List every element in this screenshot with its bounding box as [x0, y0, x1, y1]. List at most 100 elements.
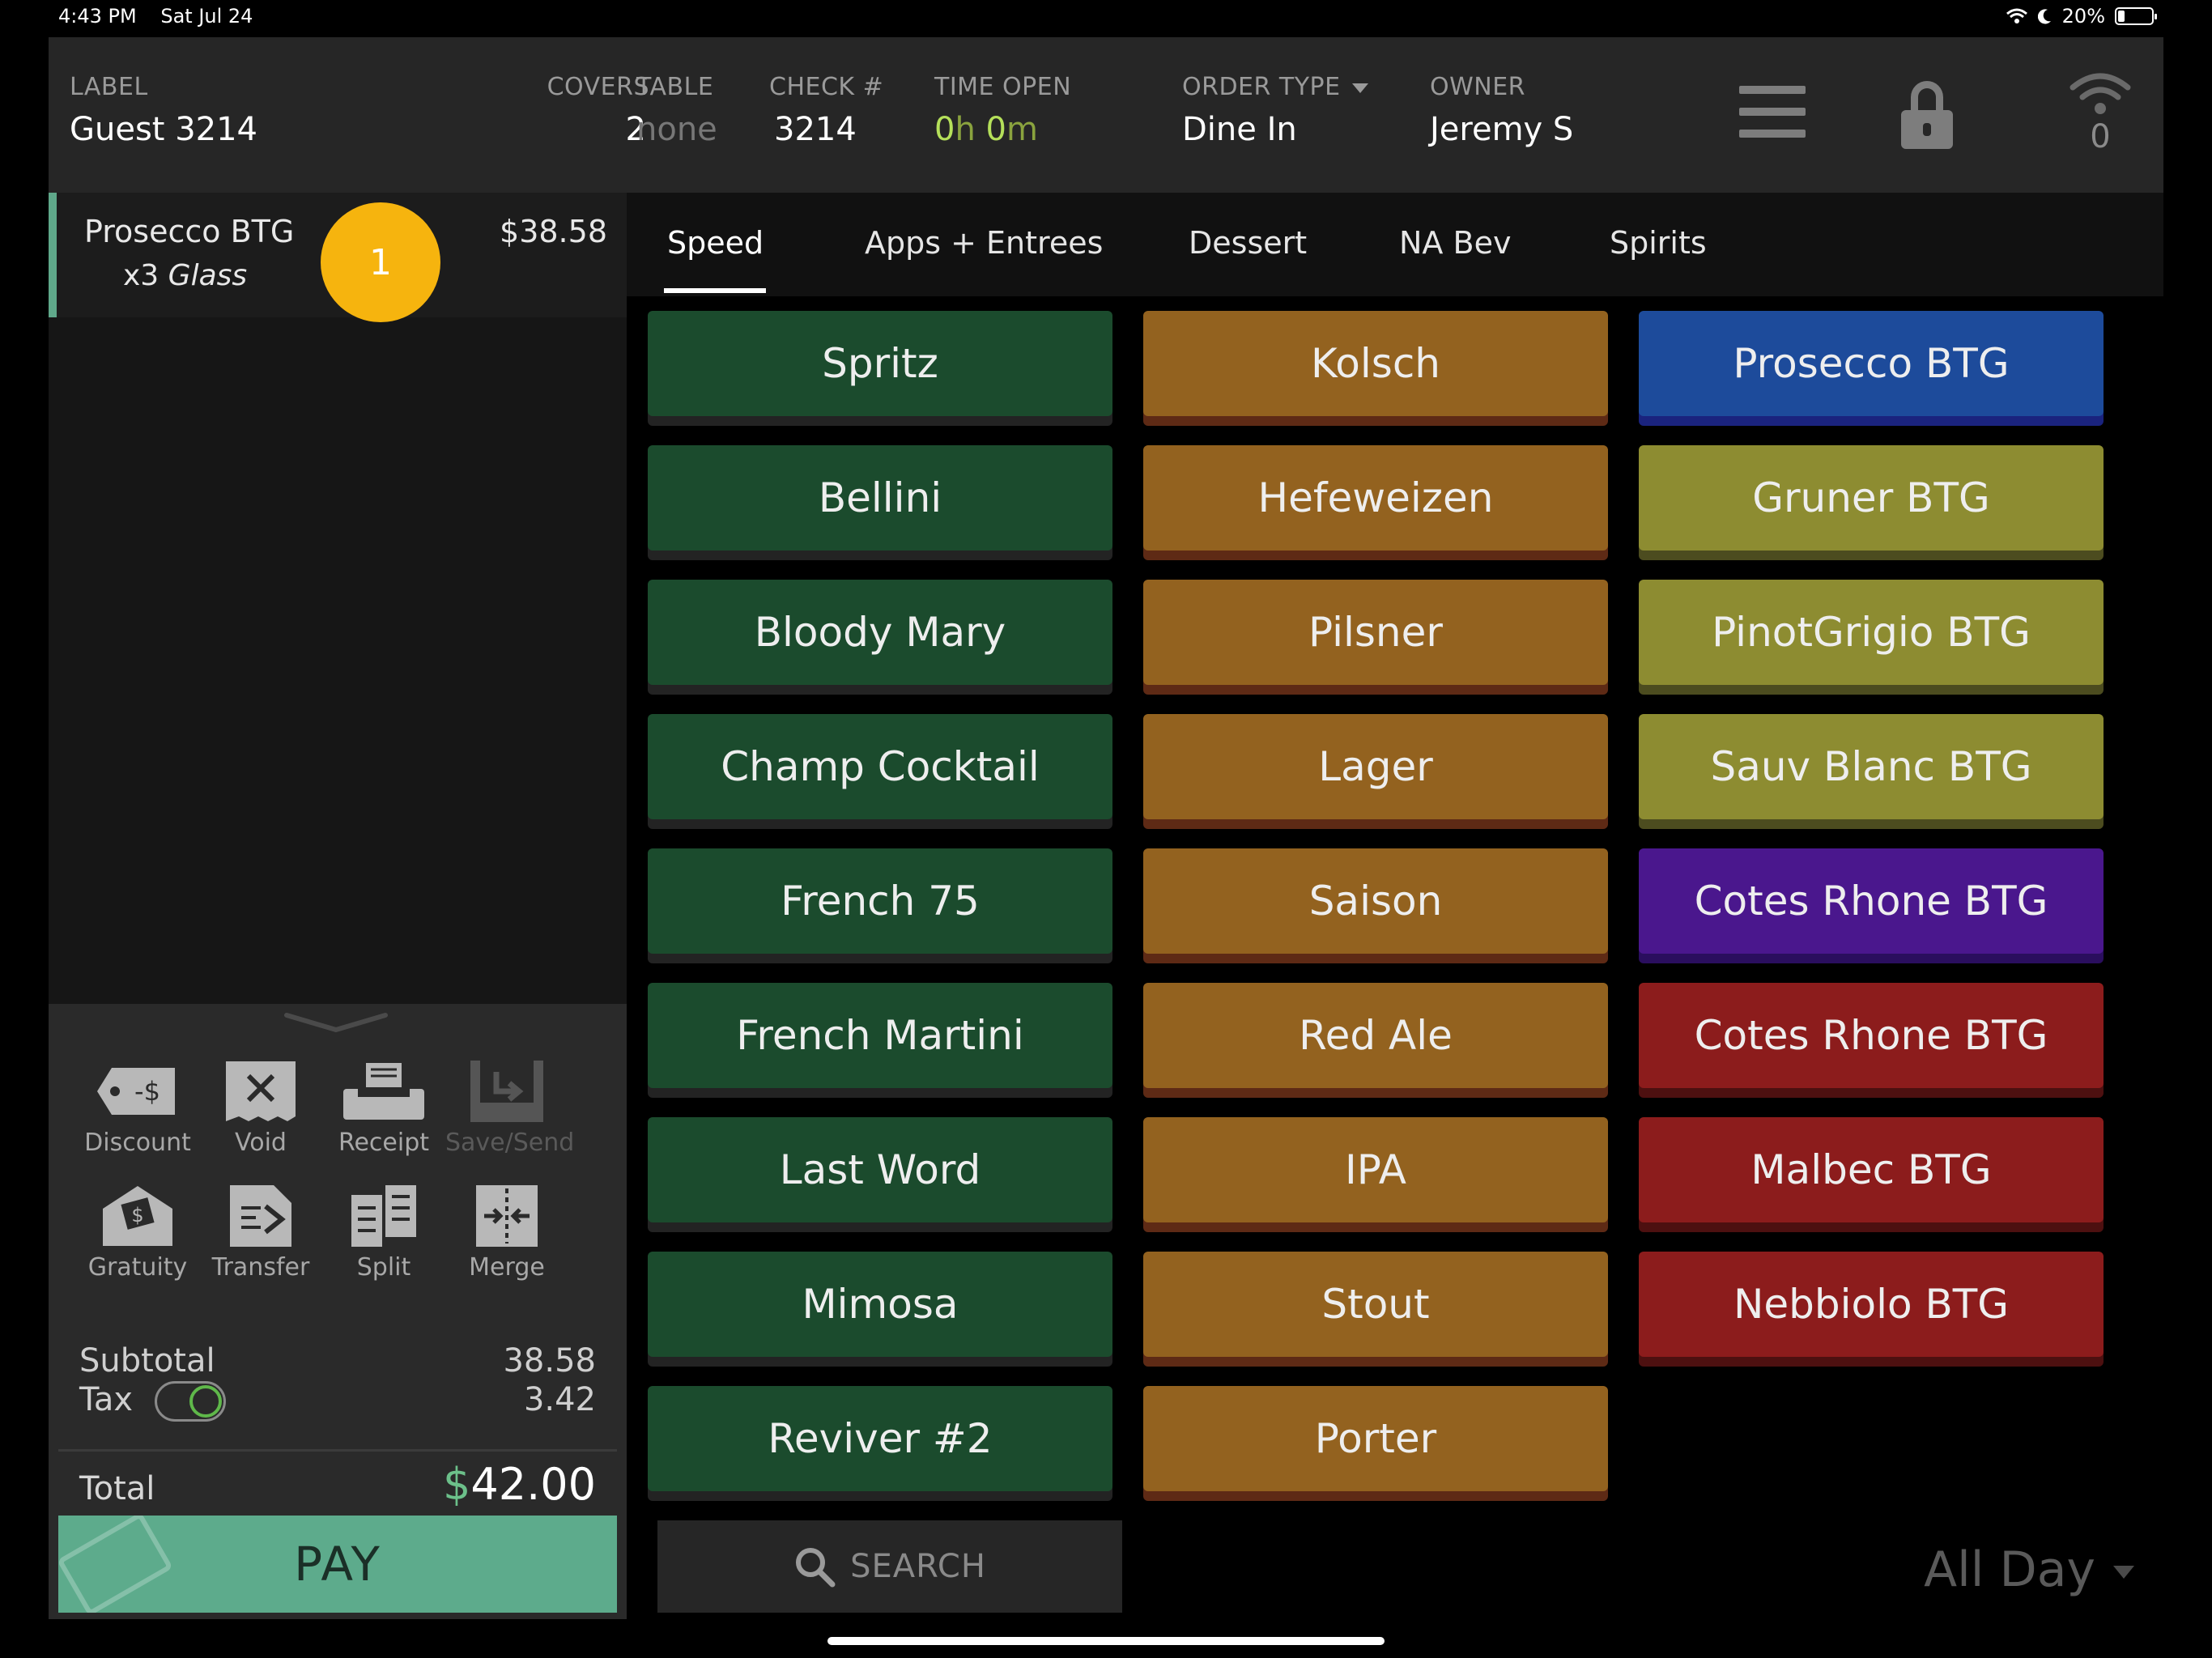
save-send-icon: [470, 1061, 543, 1122]
menu-item-red-ale[interactable]: Red Ale: [1143, 983, 1608, 1088]
wifi-status-icon: [2006, 8, 2027, 23]
menu-item-saison[interactable]: Saison: [1143, 848, 1608, 954]
menu-item-cotes-rhone-btg-rose[interactable]: Cotes Rhone BTG: [1639, 848, 2104, 954]
time-open-minutes: 0: [985, 111, 1006, 148]
total-row: Total $42.00: [79, 1459, 596, 1510]
order-type-title-text: ORDER TYPE: [1182, 73, 1341, 101]
check-number-field: CHECK # 3214: [769, 73, 883, 148]
menu-item-sauv-blanc-btg[interactable]: Sauv Blanc BTG: [1639, 714, 2104, 819]
time-open-title: TIME OPEN: [934, 73, 1072, 101]
tab-apps-entrees[interactable]: Apps + Entrees: [865, 225, 1103, 261]
gratuity-label: Gratuity: [87, 1253, 188, 1282]
gratuity-button[interactable]: $ Gratuity: [76, 1184, 199, 1282]
menu-grid: Spritz Bellini Bloody Mary Champ Cocktai…: [627, 296, 2163, 1624]
menu-item-reviver-2[interactable]: Reviver #2: [648, 1386, 1112, 1491]
collapse-handle[interactable]: [283, 1012, 389, 1033]
menu-item-champ-cocktail[interactable]: Champ Cocktail: [648, 714, 1112, 819]
transfer-button[interactable]: Transfer: [199, 1184, 322, 1282]
time-open-value: 0h 0m: [934, 111, 1071, 148]
menu-item-bloody-mary[interactable]: Bloody Mary: [648, 580, 1112, 685]
tax-value: 3.42: [523, 1381, 596, 1418]
menu-item-stout[interactable]: Stout: [1143, 1252, 1608, 1357]
connection-indicator[interactable]: 0: [2068, 70, 2133, 159]
printer-icon: [343, 1063, 424, 1120]
status-left: 4:43 PM Sat Jul 24: [58, 5, 270, 28]
status-date: Sat Jul 24: [160, 5, 253, 28]
menu-item-gruner-btg[interactable]: Gruner BTG: [1639, 445, 2104, 551]
menu-item-malbec-btg[interactable]: Malbec BTG: [1639, 1117, 2104, 1222]
search-button[interactable]: SEARCH: [657, 1520, 1122, 1613]
total-amount: 42.00: [470, 1459, 596, 1510]
label-field[interactable]: LABEL Guest 3214: [70, 73, 257, 148]
menu-item-ipa[interactable]: IPA: [1143, 1117, 1608, 1222]
menu-item-cotes-rhone-btg-red[interactable]: Cotes Rhone BTG: [1639, 983, 2104, 1088]
order-item-qty: x3: [123, 259, 160, 292]
tab-speed[interactable]: Speed: [667, 225, 764, 261]
order-type-field[interactable]: ORDER TYPE Dine In: [1182, 73, 1368, 148]
split-icon: [351, 1185, 416, 1247]
void-icon: [226, 1061, 296, 1121]
seat-badge[interactable]: 1: [321, 202, 440, 322]
check-header: LABEL Guest 3214 COVERS 2 TABLE none CHE…: [49, 37, 2163, 193]
merge-icon: [476, 1185, 538, 1247]
tab-dessert[interactable]: Dessert: [1189, 225, 1307, 261]
table-title: TABLE: [636, 73, 714, 101]
merge-button[interactable]: Merge: [445, 1184, 568, 1282]
svg-text:$: $: [131, 1204, 143, 1226]
owner-field[interactable]: OWNER Jeremy S: [1430, 73, 1573, 148]
table-field[interactable]: TABLE none: [636, 73, 717, 148]
transfer-label: Transfer: [211, 1253, 310, 1282]
table-value: none: [636, 111, 717, 148]
total-value: $42.00: [443, 1459, 596, 1510]
menu-item-bellini[interactable]: Bellini: [648, 445, 1112, 551]
menu-item-nebbiolo-btg[interactable]: Nebbiolo BTG: [1639, 1252, 2104, 1357]
receipt-button[interactable]: Receipt: [322, 1059, 445, 1157]
status-right: 20%: [2006, 5, 2157, 28]
discount-button[interactable]: -$ Discount: [76, 1059, 199, 1157]
menu-item-french-martini[interactable]: French Martini: [648, 983, 1112, 1088]
menu-item-last-word[interactable]: Last Word: [648, 1117, 1112, 1222]
menu-item-hefeweizen[interactable]: Hefeweizen: [1143, 445, 1608, 551]
tax-toggle[interactable]: [154, 1381, 226, 1422]
menu-item-porter[interactable]: Porter: [1143, 1386, 1608, 1491]
menu-tabs: Speed Apps + Entrees Dessert NA Bev Spir…: [627, 193, 2163, 296]
menu-period-select[interactable]: All Day: [1924, 1541, 2134, 1598]
search-icon: [796, 1548, 836, 1588]
tax-row: Tax 3.42: [79, 1381, 596, 1422]
receipt-label: Receipt: [338, 1129, 430, 1157]
tab-spirits[interactable]: Spirits: [1610, 225, 1707, 261]
order-line-item[interactable]: Prosecco BTG x3 Glass 1 $38.58: [49, 193, 627, 322]
battery-percent: 20%: [2061, 5, 2105, 28]
totals-panel: Subtotal 38.58 Tax 3.42 Total $42.00 PAY: [49, 1328, 627, 1619]
menu-item-spritz[interactable]: Spritz: [648, 311, 1112, 416]
check-title: CHECK #: [769, 73, 884, 101]
menu-item-pilsner[interactable]: Pilsner: [1143, 580, 1608, 685]
split-button[interactable]: Split: [322, 1184, 445, 1282]
menu-item-mimosa[interactable]: Mimosa: [648, 1252, 1112, 1357]
check-value: 3214: [774, 111, 857, 148]
line-item-accent: [49, 193, 57, 317]
save-send-label: Save/Send: [445, 1129, 575, 1157]
save-send-button[interactable]: Save/Send: [445, 1059, 575, 1157]
order-type-value: Dine In: [1182, 111, 1297, 148]
menu-item-lager[interactable]: Lager: [1143, 714, 1608, 819]
lock-icon[interactable]: [1901, 81, 1953, 149]
menu-item-prosecco-btg[interactable]: Prosecco BTG: [1639, 311, 2104, 416]
chevron-down-icon: [2113, 1566, 2134, 1579]
wifi-icon: [2069, 73, 2131, 114]
order-item-name: Prosecco BTG: [84, 214, 295, 249]
time-open-hours-unit: h: [955, 111, 976, 148]
pay-button[interactable]: PAY: [58, 1516, 617, 1613]
tab-na-bev[interactable]: NA Bev: [1399, 225, 1511, 261]
covers-title: COVERS: [547, 73, 649, 101]
covers-value: 2: [625, 111, 646, 148]
time-open-hours: 0: [934, 111, 955, 148]
void-button[interactable]: Void: [199, 1059, 322, 1157]
home-indicator[interactable]: [827, 1637, 1385, 1645]
menu-icon[interactable]: [1739, 86, 1806, 151]
menu-item-pinotgrigio-btg[interactable]: PinotGrigio BTG: [1639, 580, 2104, 685]
merge-label: Merge: [469, 1253, 545, 1282]
menu-item-french-75[interactable]: French 75: [648, 848, 1112, 954]
menu-item-kolsch[interactable]: Kolsch: [1143, 311, 1608, 416]
covers-field[interactable]: COVERS 2: [504, 73, 649, 148]
